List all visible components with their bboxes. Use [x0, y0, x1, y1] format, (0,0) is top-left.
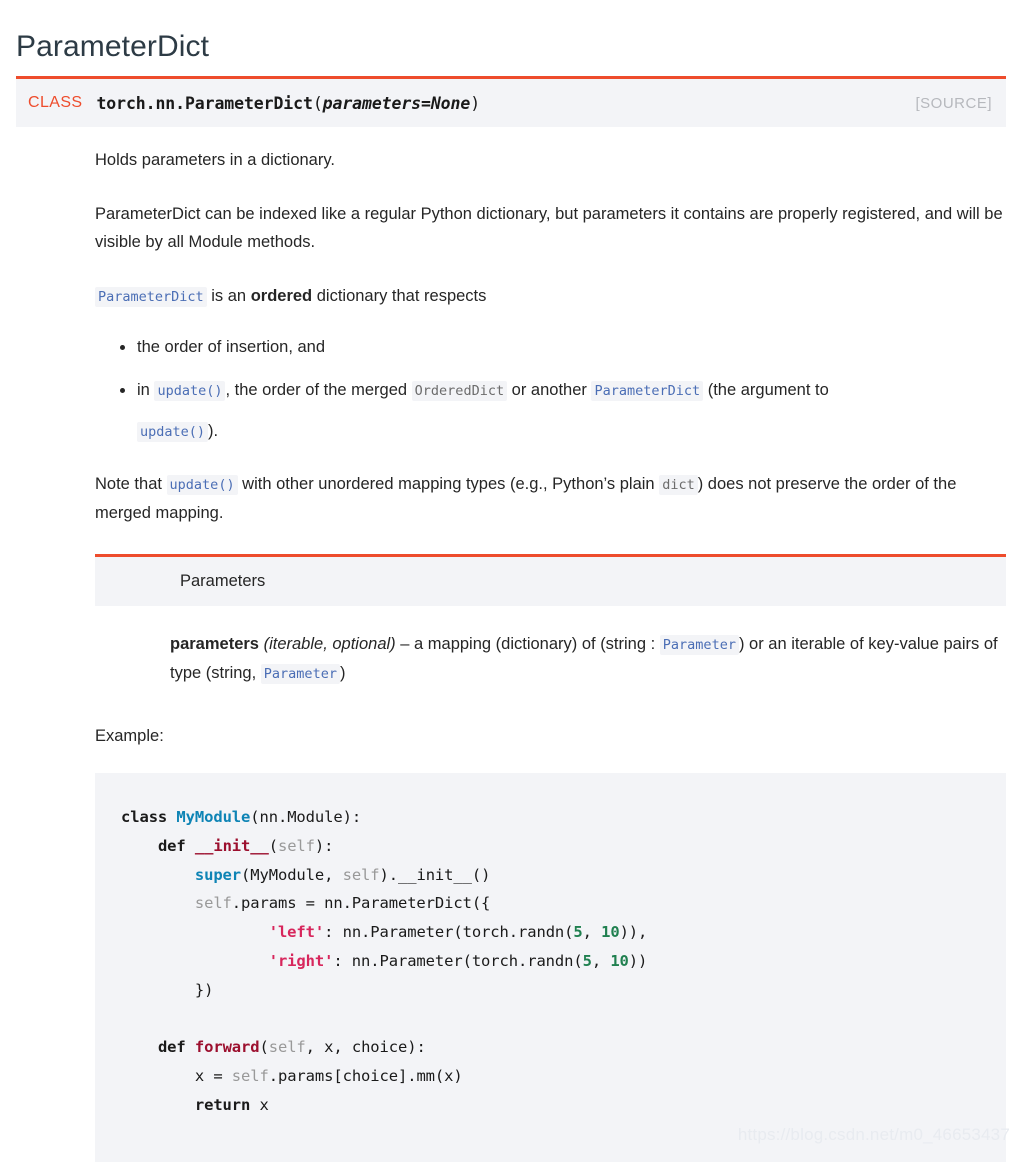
inline-code-parameter[interactable]: Parameter: [260, 664, 340, 684]
code-token: ,: [582, 923, 602, 942]
code-token: }): [121, 980, 214, 999]
code-token: x =: [121, 1067, 232, 1086]
code-token: .params = nn.ParameterDict({: [231, 894, 491, 913]
note-before: Note that: [95, 475, 167, 493]
code-token: forward: [194, 1038, 260, 1057]
code-token: ).__init__(): [379, 865, 491, 884]
bullet-2-text-3: or another: [507, 381, 592, 399]
bullet-2-text-1: in: [137, 381, 155, 399]
example-label: Example:: [95, 727, 164, 745]
signature-bar: CLASS torch.nn.ParameterDict(parameters=…: [16, 79, 1006, 127]
list-item: in update(), the order of the merged Ord…: [120, 376, 1007, 446]
inline-code-dict: dict: [659, 475, 698, 495]
class-signature-block: CLASS torch.nn.ParameterDict(parameters=…: [16, 76, 1006, 127]
note-middle: with other unordered mapping types (e.g.…: [237, 475, 660, 493]
code-token: return: [194, 1095, 251, 1114]
code-token: self: [268, 1038, 306, 1057]
summary-paragraph: Holds parameters in a dictionary.: [95, 151, 335, 169]
note-paragraph: Note that update() with other unordered …: [95, 470, 1007, 527]
code-token: self: [277, 836, 315, 855]
code-token: self: [231, 1067, 269, 1086]
inline-code-parameter[interactable]: Parameter: [659, 635, 739, 655]
parameter-desc-1: a mapping (dictionary) of (string :: [414, 635, 660, 653]
page-title: ParameterDict: [16, 30, 210, 64]
code-token: 5: [582, 951, 592, 970]
ordered-intro-after: dictionary that respects: [312, 287, 487, 305]
inline-code-parameterdict[interactable]: ParameterDict: [591, 381, 704, 401]
code-token: self: [342, 865, 380, 884]
code-token: : nn.Parameter(torch.randn(: [324, 923, 574, 942]
inline-code-update[interactable]: update(): [166, 475, 238, 495]
ordered-intro-before: is an: [206, 287, 251, 305]
code-token: , x, choice):: [305, 1038, 426, 1057]
code-token: : nn.Parameter(torch.randn(: [333, 951, 583, 970]
code-token: ):: [314, 836, 334, 855]
code-token: super: [194, 865, 242, 884]
source-link[interactable]: [SOURCE]: [915, 95, 992, 112]
watermark: https://blog.csdn.net/m0_46653437: [737, 1125, 1010, 1144]
bullet-1-text: the order of insertion, and: [137, 338, 326, 356]
parameters-heading: Parameters: [95, 557, 1006, 606]
code-token: (: [259, 1038, 269, 1057]
code-token: 10: [610, 951, 629, 970]
bullet-2-text-4: (the argument to: [703, 381, 829, 399]
signature-argument: parameters=None: [322, 93, 471, 113]
code-token: def: [157, 836, 195, 855]
code-token: MyModule: [176, 808, 251, 826]
parameter-type: (iterable, optional): [263, 635, 396, 653]
code-token: (nn.Module):: [250, 808, 362, 826]
parameter-desc-3: ): [339, 664, 346, 682]
example-code: class MyModule(nn.Module): def __init__(…: [121, 803, 1006, 1120]
parameter-name: parameters: [170, 635, 259, 653]
code-token: .params[choice].mm(x): [268, 1067, 463, 1086]
inline-code-parameterdict[interactable]: ParameterDict: [95, 287, 207, 307]
parameters-description: parameters (iterable, optional) – a mapp…: [95, 606, 1006, 688]
ordered-intro-bold: ordered: [250, 287, 313, 305]
signature-open-paren: (: [312, 93, 323, 113]
description-body: Holds parameters in a dictionary. Parame…: [95, 146, 1007, 553]
code-token: x: [250, 1095, 269, 1114]
code-token: __init__: [194, 836, 269, 855]
bullet-2-line2: update()).: [137, 417, 1007, 446]
bullet-2-text-5: ).: [208, 422, 219, 440]
code-token: 10: [601, 923, 620, 942]
signature-kind-label: CLASS: [28, 94, 83, 111]
parameters-section: Parameters parameters (iterable, optiona…: [95, 554, 1006, 688]
example-code-block[interactable]: class MyModule(nn.Module): def __init__(…: [95, 773, 1006, 1162]
inline-code-ordereddict: OrderedDict: [411, 381, 508, 401]
list-item: the order of insertion, and: [120, 333, 1007, 361]
documentation-page: ParameterDict CLASS torch.nn.ParameterDi…: [0, 0, 1020, 1162]
code-token: )),: [619, 923, 648, 942]
ordering-rules-list: the order of insertion, and in update(),…: [95, 333, 1007, 446]
parameter-dash: –: [395, 635, 415, 653]
code-token: (MyModule,: [241, 865, 343, 884]
code-token: self: [194, 894, 232, 913]
signature-qualified-name: torch.nn.ParameterDict: [96, 93, 313, 113]
code-token: )): [628, 951, 648, 970]
signature-close-paren: ): [470, 93, 481, 113]
code-token: ,: [591, 951, 611, 970]
inline-code-update[interactable]: update(): [154, 381, 226, 401]
description-paragraph-2: ParameterDict can be indexed like a regu…: [95, 205, 1003, 251]
code-token: (: [268, 836, 278, 855]
code-token: 5: [573, 923, 583, 942]
bullet-2-text-2: , the order of the merged: [225, 381, 412, 399]
inline-code-update[interactable]: update(): [137, 422, 209, 442]
ordered-intro-paragraph: ParameterDict is an ordered dictionary t…: [95, 282, 1007, 311]
code-token: def: [157, 1038, 195, 1057]
code-token: class: [121, 808, 177, 826]
signature-code: torch.nn.ParameterDict(parameters=None): [96, 94, 480, 113]
code-token: 'right': [268, 951, 334, 970]
code-token: 'left': [268, 923, 325, 942]
